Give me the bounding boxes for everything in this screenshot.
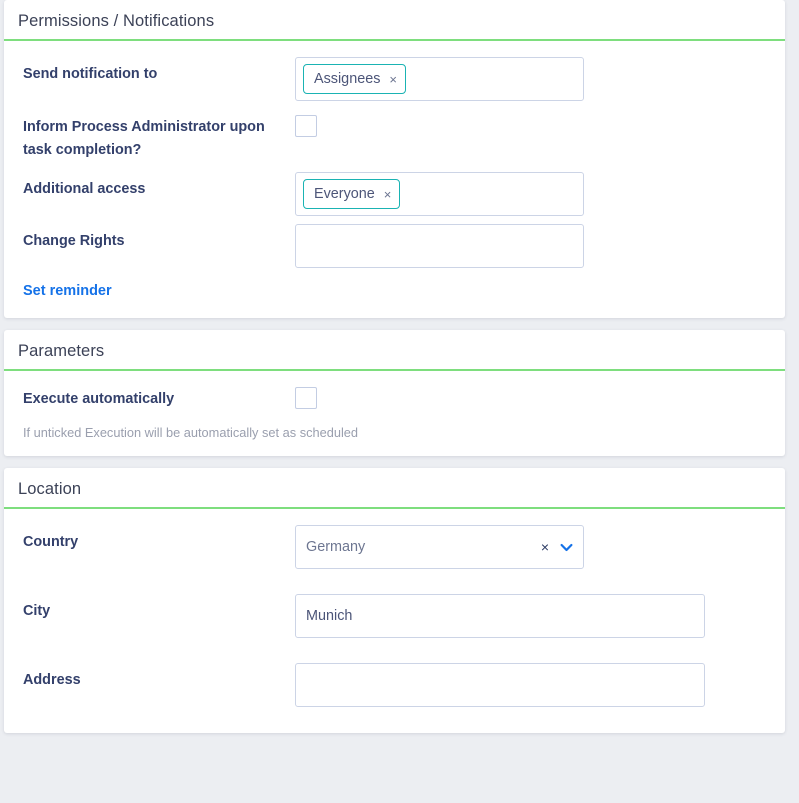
section-title: Permissions / Notifications <box>18 12 215 30</box>
execute-automatically-checkbox[interactable] <box>295 387 317 410</box>
label-inform-process-administrator: Inform Process Administrator upon task c… <box>23 119 265 159</box>
control-country: Germany × <box>295 525 785 570</box>
section-header-location: Location <box>4 468 785 510</box>
chevron-down-icon[interactable] <box>560 541 573 554</box>
inform-process-administrator-checkbox[interactable] <box>295 115 317 138</box>
form-row-additional-access: Additional access Everyone × <box>4 172 785 218</box>
label-change-rights: Change Rights <box>23 233 125 250</box>
control-inform-process-administrator <box>295 109 785 138</box>
card-location: Location Country Germany × City Munich A… <box>4 468 785 734</box>
row-execute-automatically-hint: If unticked Execution will be automatica… <box>4 424 785 442</box>
section-body-parameters: Execute automatically If unticked Execut… <box>4 371 785 456</box>
country-select[interactable]: Germany × <box>295 525 584 570</box>
additional-access-input[interactable]: Everyone × <box>295 172 584 217</box>
label-execute-automatically: Execute automatically <box>23 391 175 408</box>
city-value: Munich <box>306 608 353 625</box>
section-header-permissions: Permissions / Notifications <box>4 0 785 42</box>
label-send-notification-to: Send notification to <box>23 66 158 83</box>
form-row-address: Address <box>4 663 785 709</box>
form-row-city: City Munich <box>4 594 785 640</box>
label-city: City <box>23 603 51 620</box>
country-selected-value: Germany <box>306 539 366 556</box>
section-title: Parameters <box>18 342 105 361</box>
close-icon[interactable]: × <box>389 73 397 86</box>
label-address: Address <box>23 672 81 689</box>
card-parameters: Parameters Execute automatically If unti… <box>4 330 785 457</box>
change-rights-input[interactable] <box>295 224 584 269</box>
city-input[interactable]: Munich <box>295 594 705 639</box>
address-input[interactable] <box>295 663 705 708</box>
clear-icon[interactable]: × <box>541 540 549 554</box>
chip-label: Everyone <box>314 185 375 202</box>
settings-form-page: Permissions / Notifications Send notific… <box>0 0 799 803</box>
chip-label: Assignees <box>314 70 381 87</box>
form-row-inform-process-administrator: Inform Process Administrator upon task c… <box>4 109 785 162</box>
section-body-permissions: Send notification to Assignees × Inform … <box>4 41 785 318</box>
section-header-parameters: Parameters <box>4 330 785 372</box>
control-change-rights <box>295 224 785 269</box>
form-row-send-notification-to: Send notification to Assignees × <box>4 57 785 103</box>
control-send-notification-to: Assignees × <box>295 57 785 102</box>
execute-automatically-hint: If unticked Execution will be automatica… <box>23 425 359 441</box>
close-icon[interactable]: × <box>384 188 392 201</box>
control-address <box>295 663 785 708</box>
control-city: Munich <box>295 594 785 639</box>
chip-everyone[interactable]: Everyone × <box>303 179 401 210</box>
set-reminder-link[interactable]: Set reminder <box>23 283 112 299</box>
label-country: Country <box>23 534 79 551</box>
section-title: Location <box>18 480 82 499</box>
form-row-country: Country Germany × <box>4 525 785 571</box>
row-set-reminder: Set reminder <box>4 282 785 300</box>
control-execute-automatically <box>295 387 785 410</box>
section-body-location: Country Germany × City Munich Address <box>4 509 785 733</box>
control-additional-access: Everyone × <box>295 172 785 217</box>
send-notification-to-input[interactable]: Assignees × <box>295 57 584 102</box>
label-additional-access: Additional access <box>23 181 146 198</box>
card-permissions-notifications: Permissions / Notifications Send notific… <box>4 0 785 319</box>
form-row-change-rights: Change Rights <box>4 224 785 270</box>
chip-assignees[interactable]: Assignees × <box>303 64 406 95</box>
form-row-execute-automatically: Execute automatically <box>4 387 785 419</box>
